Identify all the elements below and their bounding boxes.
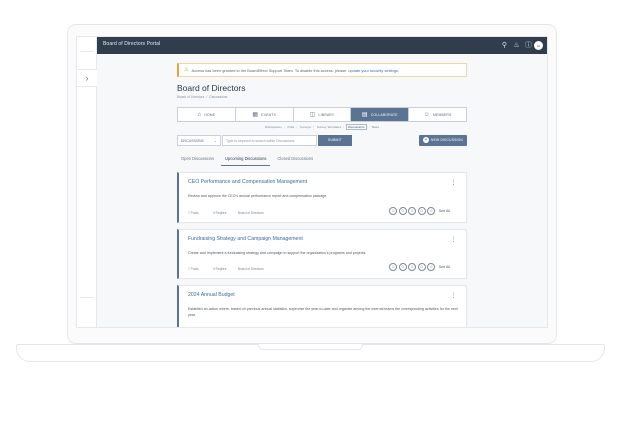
- participants: ☺ ☺ ☺ ☺ ☺ See All: [389, 206, 450, 215]
- top-bar: Board of Directors Portal ⚲ ♨ ⓘ ••: [97, 37, 547, 54]
- nav-label: HOME: [204, 112, 216, 117]
- breadcrumb-separator: /: [206, 95, 208, 99]
- discussion-description: Establish an action where, based on prev…: [188, 307, 458, 317]
- participant-avatar-icon: ☺: [398, 263, 407, 271]
- nav-members[interactable]: ☺ MEMBERS: [409, 108, 466, 121]
- participant-avatar-icon: ☺: [417, 263, 426, 271]
- nav-home[interactable]: ⌂ HOME: [178, 108, 236, 121]
- app-title: Board of Directors Portal: [103, 41, 161, 47]
- replies-count: 5 Replies: [213, 267, 227, 271]
- chevron-down-icon: ⌄: [213, 138, 217, 143]
- user-avatar[interactable]: ••: [534, 41, 543, 50]
- laptop-mockup: › Board of Directors Portal ⚲ ♨ ⓘ •• ⚠ A…: [0, 0, 640, 429]
- help-icon[interactable]: ⓘ: [524, 41, 533, 50]
- breadcrumb: Board of Directors / Discussions: [177, 95, 467, 99]
- subnav-surveys[interactable]: Surveys: [299, 125, 312, 129]
- discussion-card[interactable]: Fundraising Strategy and Campaign Manage…: [177, 228, 467, 279]
- discussion-meta: 7 Posts 5 Replies Board of Directors ☺ ☺…: [188, 206, 458, 222]
- nav-collaborate[interactable]: ▤ COLLABORATE: [351, 108, 410, 121]
- participant-avatar-icon: ☺: [427, 263, 436, 271]
- subnav-separator: |: [343, 125, 345, 129]
- discussion-title[interactable]: Fundraising Strategy and Campaign Manage…: [188, 236, 458, 242]
- search-icon[interactable]: ⚲: [500, 41, 509, 50]
- posts-count: 7 Posts: [188, 267, 199, 271]
- tab-open-discussions[interactable]: Open Discussions: [177, 156, 218, 166]
- calendar-icon: ▦: [252, 112, 259, 118]
- subnav-separator: |: [313, 125, 314, 129]
- subnav-separator: |: [283, 125, 285, 129]
- subnav-separator: |: [296, 125, 298, 129]
- participant-avatar-icon: ☺: [408, 206, 417, 215]
- subnav-polls[interactable]: Polls: [287, 125, 296, 129]
- expand-sidebar-button[interactable]: ›: [77, 69, 97, 87]
- more-options-icon[interactable]: ⋮: [451, 292, 457, 299]
- sub-nav: Workspaces | Polls | Surveys | Survey Templ…: [177, 124, 467, 130]
- discussion-card[interactable]: 2024 Annual Budget ⋮ Establish an action…: [177, 285, 467, 327]
- section-nav: ⌂ HOME ▦ EVENTS ◫ LIBRARY ▤ COLLABORATE ☺ MEM…: [177, 107, 467, 122]
- see-all-link[interactable]: See All: [439, 265, 450, 269]
- page-title: Board of Directors: [177, 83, 246, 93]
- discussion-title[interactable]: 2024 Annual Budget: [188, 292, 458, 298]
- replies-count: 5 Replies: [213, 210, 227, 215]
- nav-library[interactable]: ◫ LIBRARY: [294, 108, 352, 121]
- see-all-link[interactable]: See All: [439, 209, 450, 213]
- new-discussion-button[interactable]: + NEW DISCUSSION: [419, 135, 467, 146]
- plus-icon: +: [423, 137, 430, 144]
- access-alert: ⚠ Access has been granted to the BoardEf…: [177, 63, 467, 77]
- more-options-icon[interactable]: ⋮: [451, 179, 457, 186]
- participant-avatar-icon: ☺: [427, 206, 436, 215]
- subnav-tasks[interactable]: Tasks: [370, 125, 380, 129]
- discussion-meta: 7 Posts 5 Replies Board of Directors ☺ ☺…: [188, 263, 458, 278]
- members-icon: ☺: [423, 111, 430, 118]
- posts-count: 7 Posts: [188, 210, 199, 215]
- search-row: DISCUSSIONS ⌄ Type to keyword to search w…: [177, 135, 467, 146]
- participant-avatar-icon: ☺: [389, 206, 398, 215]
- more-options-icon[interactable]: ⋮: [451, 236, 457, 243]
- discussion-description: Create and Implement a fundraising strat…: [188, 250, 367, 255]
- main-content: ⚠ Access has been granted to the BoardEf…: [177, 63, 467, 327]
- app-screen: › Board of Directors Portal ⚲ ♨ ⓘ •• ⚠ A…: [76, 36, 548, 328]
- group-name: Board of Directors: [238, 267, 264, 271]
- subnav-separator: |: [367, 125, 369, 129]
- participant-avatar-icon: ☺: [417, 206, 426, 215]
- nav-label: LIBRARY: [318, 112, 335, 117]
- rail-divider: [80, 297, 94, 298]
- security-settings-link[interactable]: update your security settings.: [348, 68, 399, 73]
- rail-divider: [80, 51, 94, 52]
- nav-events[interactable]: ▦ EVENTS: [236, 108, 294, 121]
- participant-avatar-icon: ☺: [398, 206, 407, 215]
- warning-icon: ⚠: [184, 67, 189, 73]
- filter-select[interactable]: DISCUSSIONS ⌄: [177, 135, 221, 146]
- group-name: Board of Directors: [238, 210, 264, 215]
- submit-button[interactable]: SUBMIT: [318, 135, 352, 146]
- nav-label: MEMBERS: [432, 112, 452, 117]
- discussion-title[interactable]: CEO Performance and Compensation Managem…: [188, 179, 458, 185]
- discussion-card[interactable]: CEO Performance and Compensation Managem…: [177, 172, 467, 223]
- tab-closed-discussions[interactable]: Closed Discussions: [273, 156, 317, 166]
- subnav-workspaces[interactable]: Workspaces: [264, 125, 283, 129]
- library-icon: ◫: [309, 112, 316, 118]
- laptop-notch: [258, 344, 363, 350]
- discussion-tabs: Open Discussions Upcoming Discussions Cl…: [177, 156, 467, 166]
- collaborate-icon: ▤: [361, 112, 368, 118]
- alert-text: Access has been granted to the BoardEffe…: [191, 67, 347, 73]
- subnav-survey-templates[interactable]: Survey Templates: [316, 125, 343, 129]
- subnav-discussions[interactable]: Discussions: [346, 124, 367, 130]
- breadcrumb-item[interactable]: Board of Directors: [177, 95, 204, 99]
- discussion-description: Review and approve the CEO's annual perf…: [188, 194, 328, 198]
- breadcrumb-item: Discussions: [209, 95, 228, 99]
- bell-icon[interactable]: ♨: [512, 41, 521, 50]
- new-discussion-label: NEW DISCUSSION: [431, 138, 463, 142]
- chevron-right-icon: ›: [85, 73, 89, 83]
- home-icon: ⌂: [197, 111, 202, 118]
- nav-label: COLLABORATE: [370, 112, 398, 117]
- search-input[interactable]: Type to keyword to search within Discuss…: [222, 135, 317, 146]
- filter-value: DISCUSSIONS: [181, 139, 204, 143]
- participant-avatar-icon: ☺: [389, 263, 398, 271]
- tab-upcoming-discussions[interactable]: Upcoming Discussions: [221, 156, 271, 166]
- nav-label: EVENTS: [261, 112, 277, 117]
- participants: ☺ ☺ ☺ ☺ ☺ See All: [389, 263, 450, 271]
- participant-avatar-icon: ☺: [408, 263, 417, 271]
